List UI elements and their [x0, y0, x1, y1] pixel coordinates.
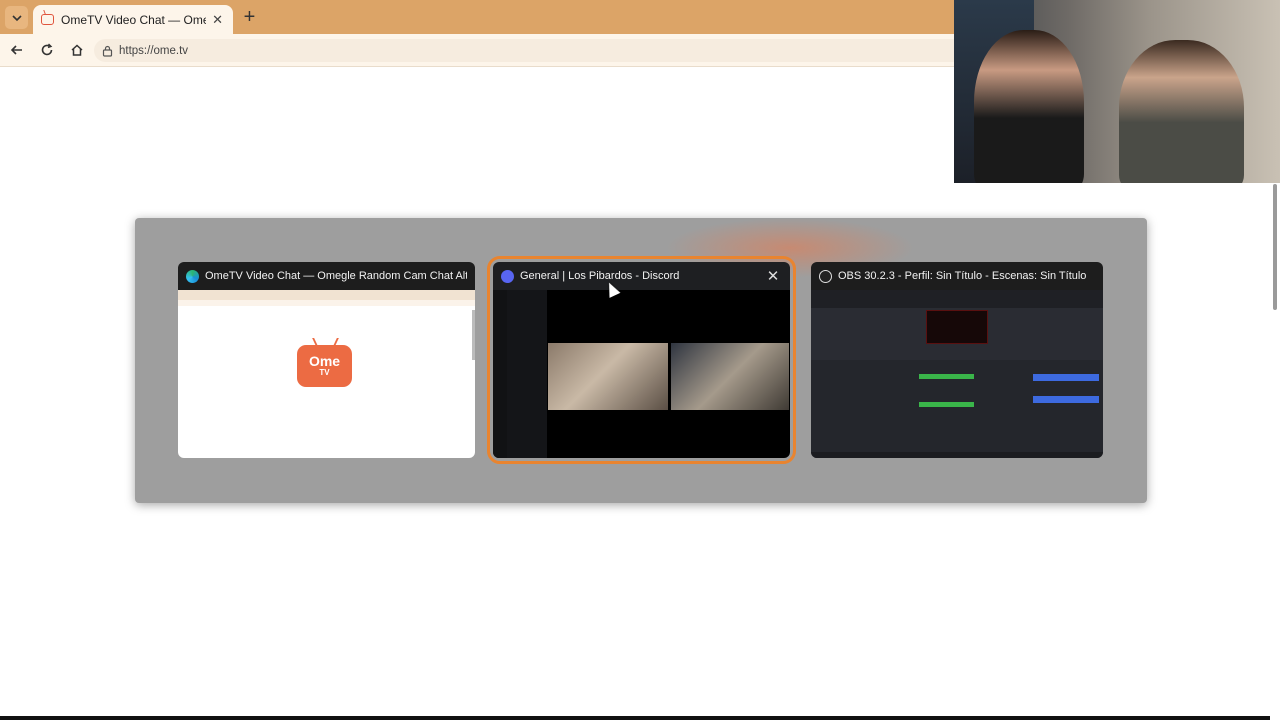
plus-icon: +: [243, 6, 256, 28]
thumb-statusbar: [811, 452, 1103, 458]
thumb-video-tile: [548, 343, 668, 410]
chevron-down-icon: [11, 14, 22, 21]
logo-tv-text: TV: [319, 368, 330, 377]
close-icon[interactable]: ✕: [212, 12, 223, 28]
card-thumbnail: [493, 290, 790, 458]
card-title: General | Los Pibardos - Discord: [520, 270, 680, 282]
taskbar-edge: [0, 716, 1270, 720]
card-title: OmeTV Video Chat — Omegle Random Cam Cha…: [205, 270, 467, 282]
url-text: https://ome.tv: [119, 44, 189, 57]
thumb-tabbar: [178, 290, 475, 300]
obs-icon: [819, 269, 832, 283]
window-card-discord[interactable]: General | Los Pibardos - Discord ✕: [487, 256, 796, 464]
thumb-controls-button: [1033, 374, 1099, 381]
thumb-scrollbar: [472, 310, 475, 360]
webcam-person-left: [974, 30, 1084, 183]
address-bar[interactable]: https://ome.tv: [94, 39, 964, 62]
reload-button[interactable]: [36, 39, 58, 61]
window-card-obs[interactable]: OBS 30.2.3 - Perfil: Sin Título - Escena…: [811, 262, 1103, 458]
new-tab-button[interactable]: +: [238, 6, 261, 29]
close-icon[interactable]: ✕: [764, 267, 782, 285]
thumb-toolbar: [178, 300, 475, 306]
thumb-video-tile: [671, 343, 789, 410]
webcam-overlay: [954, 0, 1280, 183]
webcam-person-right: [1119, 40, 1244, 183]
card-header: OBS 30.2.3 - Perfil: Sin Título - Escena…: [811, 262, 1103, 290]
window-switcher: OmeTV Video Chat — Omegle Random Cam Cha…: [135, 218, 1147, 503]
discord-icon: [501, 269, 514, 283]
back-button[interactable]: [6, 39, 28, 61]
page-scrollbar[interactable]: [1273, 184, 1277, 310]
thumb-audio-meter: [919, 402, 974, 407]
ometv-logo: Ome TV: [297, 345, 352, 387]
arrow-left-icon: [10, 45, 22, 55]
card-thumbnail: Ome TV: [178, 290, 475, 458]
thumb-channel-list: [507, 290, 547, 458]
card-header: General | Los Pibardos - Discord ✕: [493, 262, 790, 290]
thumb-audio-meter: [919, 374, 974, 379]
ometv-favicon-icon: [41, 14, 54, 25]
thumb-preview: [926, 310, 988, 344]
browser-tab[interactable]: OmeTV Video Chat — Omegle Random Cam Cha…: [33, 5, 233, 34]
window-card-ometv[interactable]: OmeTV Video Chat — Omegle Random Cam Cha…: [178, 262, 475, 458]
logo-ome-text: Ome: [308, 353, 341, 369]
card-title: OBS 30.2.3 - Perfil: Sin Título - Escena…: [838, 270, 1087, 282]
thumb-controls-button: [1033, 396, 1099, 403]
lock-icon: [102, 45, 113, 57]
home-icon: [71, 44, 83, 56]
reload-icon: [41, 43, 53, 56]
card-thumbnail: [811, 290, 1103, 458]
edge-icon: [186, 269, 199, 283]
tab-title: OmeTV Video Chat — Omegle Random Cam Cha…: [61, 12, 206, 27]
card-header: OmeTV Video Chat — Omegle Random Cam Cha…: [178, 262, 475, 290]
home-button[interactable]: [66, 39, 88, 61]
thumb-server-list: [493, 290, 507, 458]
tab-list-button[interactable]: [5, 6, 28, 29]
thumb-menubar: [811, 290, 1103, 308]
